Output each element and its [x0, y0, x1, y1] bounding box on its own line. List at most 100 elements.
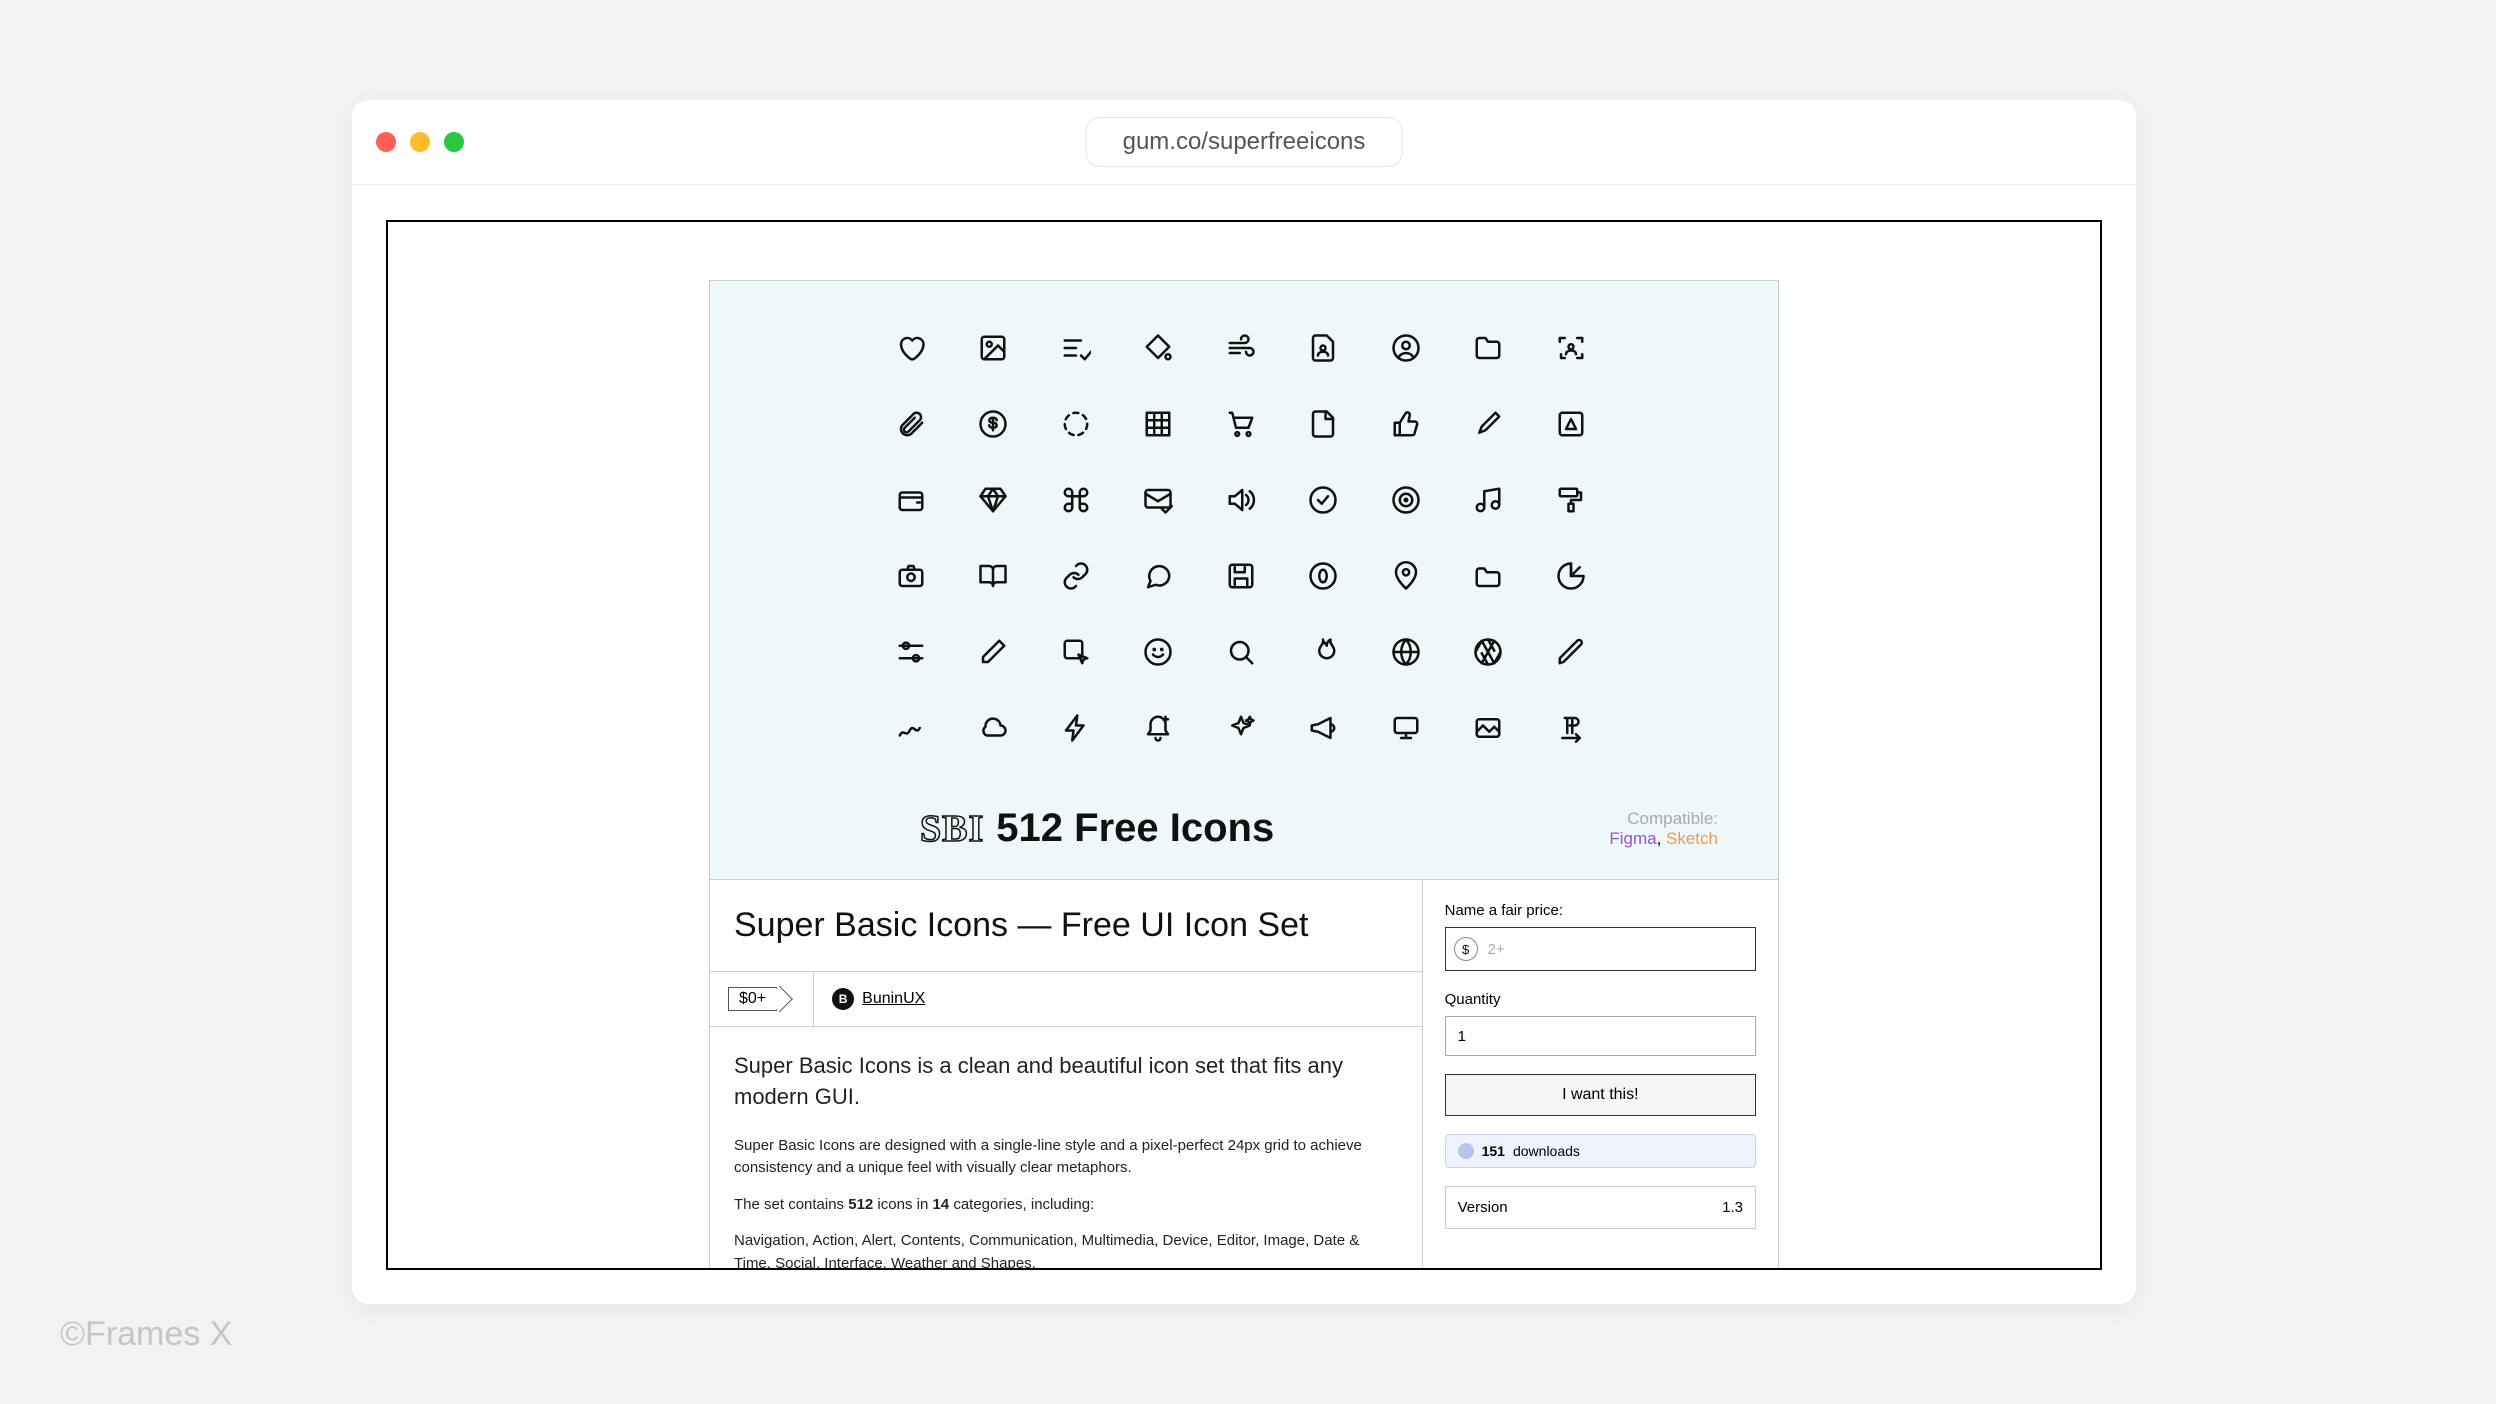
- price-placeholder: 2+: [1488, 941, 1505, 958]
- downloads-icon: [1458, 1143, 1474, 1159]
- globe-icon: [1389, 635, 1423, 669]
- author-avatar: B: [832, 988, 854, 1010]
- desc-p3: Navigation, Action, Alert, Contents, Com…: [734, 1230, 1398, 1270]
- description: Super Basic Icons is a clean and beautif…: [710, 1027, 1422, 1270]
- megaphone-icon: [1306, 711, 1340, 745]
- scan-user-icon: [1554, 331, 1588, 365]
- playlist-check-icon: [1059, 331, 1093, 365]
- smile-icon: [1141, 635, 1175, 669]
- close-window-button[interactable]: [376, 132, 396, 152]
- link-icon: [1059, 559, 1093, 593]
- thumbs-up-icon: [1389, 407, 1423, 441]
- text-direction-icon: [1554, 711, 1588, 745]
- compatibility-info: Compatible: Figma, Sketch: [1609, 809, 1718, 849]
- cloud-icon: [976, 711, 1010, 745]
- picture-frame-icon: [1554, 407, 1588, 441]
- product-title: Super Basic Icons — Free UI Icon Set: [710, 880, 1422, 971]
- command-icon: [1059, 483, 1093, 517]
- brush-icon: [1471, 407, 1505, 441]
- file-icon: [1306, 407, 1340, 441]
- target-icon: [1389, 483, 1423, 517]
- icon-preview-grid: [894, 331, 1594, 745]
- watermark: ©Frames X: [60, 1315, 232, 1354]
- details-left: Super Basic Icons — Free UI Icon Set $0+…: [710, 880, 1423, 1270]
- traffic-lights: [376, 132, 464, 152]
- gallery-icon: [1471, 711, 1505, 745]
- hero-section: SBI 512 Free Icons Compatible: Figma, Sk…: [709, 280, 1779, 880]
- mail-check-icon: [1141, 483, 1175, 517]
- cursor-box-icon: [1059, 635, 1093, 669]
- purchase-panel: Name a fair price: $ 2+ Quantity 1 I wan…: [1423, 880, 1778, 1270]
- volume-icon: [1224, 483, 1258, 517]
- folder-icon: [1471, 331, 1505, 365]
- downloads-label: downloads: [1513, 1143, 1580, 1159]
- map-pin-icon: [1389, 559, 1423, 593]
- loading-circle-icon: [1059, 407, 1093, 441]
- desc-p1: Super Basic Icons are designed with a si…: [734, 1135, 1398, 1180]
- paint-bucket-icon: [1141, 331, 1175, 365]
- browser-window: gum.co/superfreeicons: [352, 100, 2136, 1304]
- dollar-circle-icon: [976, 407, 1010, 441]
- wind-icon: [1224, 331, 1258, 365]
- version-row: Version 1.3: [1445, 1186, 1756, 1229]
- edit-icon: [976, 635, 1010, 669]
- desc-lead: Super Basic Icons is a clean and beautif…: [734, 1051, 1398, 1113]
- titlebar: gum.co/superfreeicons: [352, 100, 2136, 185]
- price-input[interactable]: $ 2+: [1445, 927, 1756, 971]
- hero-footer: SBI 512 Free Icons Compatible: Figma, Sk…: [920, 806, 1718, 851]
- sbi-badge: SBI: [920, 807, 984, 851]
- camera-icon: [894, 559, 928, 593]
- sliders-icon: [894, 635, 928, 669]
- price-label: Name a fair price:: [1445, 902, 1756, 919]
- buy-button[interactable]: I want this!: [1445, 1074, 1756, 1116]
- downloads-count: 151: [1482, 1143, 1505, 1159]
- hero-title: SBI 512 Free Icons: [920, 806, 1274, 851]
- compat-sketch-link[interactable]: Sketch: [1666, 829, 1718, 848]
- sparkle-icon: [1224, 711, 1258, 745]
- paint-roller-icon: [1554, 483, 1588, 517]
- image-icon: [976, 331, 1010, 365]
- file-user-icon: [1306, 331, 1340, 365]
- lightning-icon: [1059, 711, 1093, 745]
- user-circle-icon: [1389, 331, 1423, 365]
- notification-add-icon: [1141, 711, 1175, 745]
- search-icon: [1224, 635, 1258, 669]
- paperclip-icon: [894, 407, 928, 441]
- fire-icon: [1306, 635, 1340, 669]
- desktop-icon: [1389, 711, 1423, 745]
- currency-symbol: $: [1454, 937, 1478, 961]
- music-icon: [1471, 483, 1505, 517]
- author-name: BuninUX: [862, 990, 925, 1008]
- author-link[interactable]: B BuninUX: [832, 988, 925, 1010]
- check-circle-icon: [1306, 483, 1340, 517]
- wallet-icon: [894, 483, 928, 517]
- chat-icon: [1141, 559, 1175, 593]
- page-content: SBI 512 Free Icons Compatible: Figma, Sk…: [386, 220, 2102, 1270]
- version-value: 1.3: [1722, 1199, 1743, 1216]
- book-open-icon: [976, 559, 1010, 593]
- pie-chart-icon: [1554, 559, 1588, 593]
- compat-label: Compatible:: [1609, 809, 1718, 829]
- diamond-icon: [976, 483, 1010, 517]
- quantity-input[interactable]: 1: [1445, 1016, 1756, 1056]
- product-details: Super Basic Icons — Free UI Icon Set $0+…: [709, 880, 1779, 1270]
- save-icon: [1224, 559, 1258, 593]
- grid-icon: [1141, 407, 1175, 441]
- shopping-cart-icon: [1224, 407, 1258, 441]
- url-bar[interactable]: gum.co/superfreeicons: [1086, 117, 1403, 167]
- hero-title-text: 512 Free Icons: [996, 806, 1274, 851]
- compat-figma-link[interactable]: Figma: [1609, 829, 1656, 848]
- folder-alt-icon: [1471, 559, 1505, 593]
- minimize-window-button[interactable]: [410, 132, 430, 152]
- scribble-icon: [894, 711, 928, 745]
- price-tag: $0+: [728, 987, 777, 1011]
- zero-circle-icon: [1306, 559, 1340, 593]
- maximize-window-button[interactable]: [444, 132, 464, 152]
- divider: [813, 972, 814, 1026]
- version-label: Version: [1458, 1199, 1508, 1216]
- qty-label: Quantity: [1445, 991, 1756, 1008]
- heart-icon: [894, 331, 928, 365]
- aperture-icon: [1471, 635, 1505, 669]
- meta-row: $0+ B BuninUX: [710, 971, 1422, 1027]
- downloads-badge: 151 downloads: [1445, 1134, 1756, 1168]
